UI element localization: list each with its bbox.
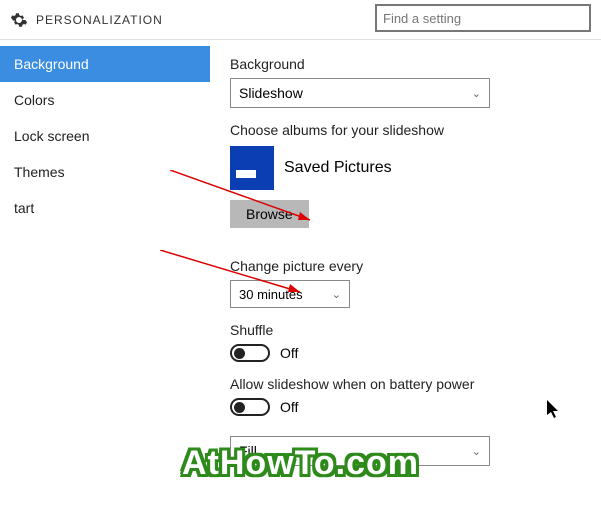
settings-window: PERSONALIZATION ─ ☐ ✕ Background Colors …	[0, 0, 601, 511]
annotation-arrow	[160, 250, 310, 300]
chevron-down-icon: ⌄	[472, 87, 481, 100]
shuffle-label: Shuffle	[230, 322, 593, 338]
shuffle-value: Off	[280, 345, 298, 361]
annotation-arrow	[170, 170, 320, 230]
shuffle-toggle[interactable]	[230, 344, 270, 362]
cursor-icon	[547, 400, 563, 425]
battery-toggle[interactable]	[230, 398, 270, 416]
background-dropdown[interactable]: Slideshow ⌄	[230, 78, 490, 108]
fit-value: Fill	[239, 443, 257, 459]
battery-label: Allow slideshow when on battery power	[230, 376, 593, 392]
window-title: PERSONALIZATION	[36, 13, 163, 27]
gear-icon	[10, 11, 28, 29]
sidebar-item-colors[interactable]: Colors	[0, 82, 210, 118]
chevron-down-icon: ⌄	[332, 288, 341, 301]
fit-dropdown[interactable]: Fill ⌄	[230, 436, 490, 466]
choose-albums-label: Choose albums for your slideshow	[230, 122, 593, 138]
background-label: Background	[230, 56, 593, 72]
sidebar-item-background[interactable]: Background	[0, 46, 210, 82]
sidebar-item-lockscreen[interactable]: Lock screen	[0, 118, 210, 154]
battery-value: Off	[280, 399, 298, 415]
background-dropdown-value: Slideshow	[239, 85, 303, 101]
chevron-down-icon: ⌄	[472, 445, 481, 458]
search-input[interactable]	[375, 4, 591, 32]
